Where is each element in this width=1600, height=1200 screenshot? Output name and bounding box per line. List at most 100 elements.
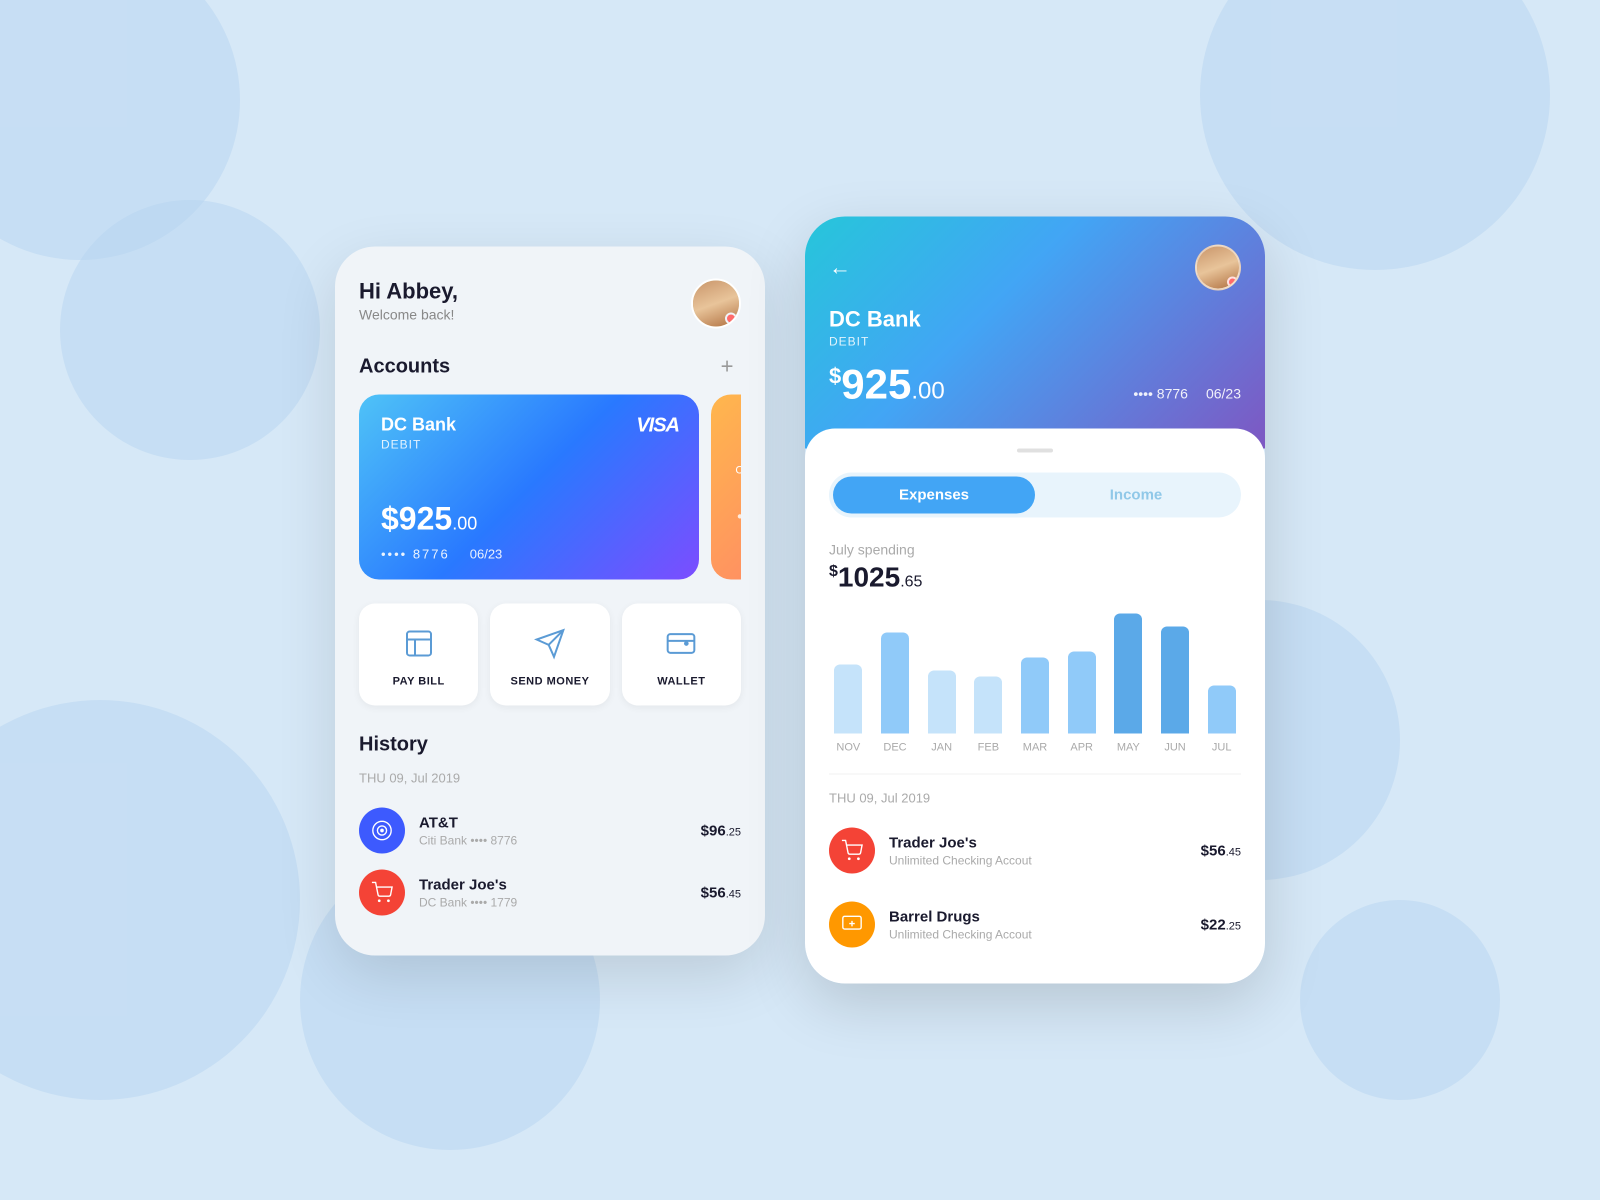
right-traderjoes-icon — [829, 828, 875, 874]
card-balance-main: $925.00 — [381, 501, 477, 537]
avatar-status-dot — [725, 313, 737, 325]
att-name: AT&T — [419, 814, 687, 831]
bank-card-dc-bank[interactable]: DC Bank DEBIT VISA $925.00 •••• 8776 06/… — [359, 395, 699, 580]
wallet-label: WALLET — [657, 676, 705, 688]
transaction-item: Trader Joe's DC Bank •••• 1779 $56.45 — [359, 862, 741, 924]
send-money-label: SEND MONEY — [511, 676, 590, 688]
barrel-drugs-sub: Unlimited Checking Accout — [889, 927, 1187, 941]
expense-tabs: Expenses Income — [829, 473, 1241, 518]
bar-group — [1109, 614, 1148, 734]
bar-group — [969, 614, 1008, 734]
pay-bill-button[interactable]: PAY BILL — [359, 604, 478, 706]
avatar — [691, 279, 741, 329]
chart-labels-row: NOV DEC JAN FEB MAR APR MAY JUN JUL — [829, 742, 1241, 754]
right-transaction-item: Trader Joe's Unlimited Checking Accout $… — [829, 820, 1241, 882]
greeting-subtitle: Welcome back! — [359, 307, 458, 323]
chart-label: July spending — [829, 542, 1241, 558]
left-screen: Hi Abbey, Welcome back! Accounts + DC Ba… — [335, 247, 765, 956]
bg-decoration — [1300, 900, 1500, 1100]
right-balance-row: $925.00 •••• 8776 06/23 — [829, 361, 1241, 409]
chart-amount: $1025.65 — [829, 562, 1241, 594]
divider — [829, 774, 1241, 775]
barrel-drugs-name: Barrel Drugs — [889, 908, 1187, 925]
chart-month-label: NOV — [829, 742, 868, 754]
right-date: THU 09, Jul 2019 — [829, 791, 1241, 806]
bar — [1021, 658, 1049, 734]
card-balance-cents: .00 — [452, 514, 477, 534]
sheet-handle — [1017, 449, 1053, 453]
back-button[interactable]: ← — [829, 255, 851, 281]
att-icon — [359, 808, 405, 854]
chart-month-label: JAN — [922, 742, 961, 754]
bank-card-citi[interactable]: Ci CRE $ ••• — [711, 395, 741, 580]
right-card-dots: •••• 8776 — [1133, 386, 1188, 402]
right-card-type: DEBIT — [829, 335, 1241, 349]
cards-carousel: DC Bank DEBIT VISA $925.00 •••• 8776 06/… — [359, 395, 741, 580]
wallet-button[interactable]: WALLET — [622, 604, 741, 706]
pay-bill-label: PAY BILL — [393, 676, 445, 688]
att-amount: $96.25 — [701, 822, 741, 839]
pay-bill-icon — [397, 622, 441, 666]
right-screen-header: ← DC Bank DEBIT $925.00 •••• 8776 06/23 — [805, 217, 1265, 449]
bg-decoration — [60, 200, 320, 460]
chart-month-label: DEC — [876, 742, 915, 754]
right-transaction-item-2: Barrel Drugs Unlimited Checking Accout $… — [829, 894, 1241, 956]
chart-month-label: APR — [1062, 742, 1101, 754]
accounts-title: Accounts — [359, 355, 450, 378]
right-avatar — [1195, 245, 1241, 291]
right-traderjoes-name: Trader Joe's — [889, 834, 1187, 851]
card-bank-name: DC Bank — [381, 415, 677, 436]
card-balance: $925.00 — [381, 501, 477, 538]
traderjoes-info: Trader Joe's DC Bank •••• 1779 — [419, 876, 687, 909]
card-footer: •••• 8776 06/23 — [381, 547, 502, 562]
att-sub: Citi Bank •••• 8776 — [419, 833, 687, 847]
right-header-top: ← — [829, 245, 1241, 291]
att-info: AT&T Citi Bank •••• 8776 — [419, 814, 687, 847]
bar — [1208, 686, 1236, 734]
greeting-title: Hi Abbey, — [359, 279, 458, 305]
card-dots: •••• 8776 — [381, 547, 450, 562]
bg-decoration — [0, 700, 300, 1100]
bar — [928, 670, 956, 733]
bar-chart — [829, 614, 1241, 734]
screen-header: Hi Abbey, Welcome back! — [359, 279, 741, 329]
right-traderjoes-info: Trader Joe's Unlimited Checking Accout — [889, 834, 1187, 867]
transaction-item: AT&T Citi Bank •••• 8776 $96.25 — [359, 800, 741, 862]
expenses-tab[interactable]: Expenses — [833, 477, 1035, 514]
right-card-meta: •••• 8776 06/23 — [1133, 386, 1241, 402]
right-traderjoes-amount: $56.45 — [1201, 842, 1241, 859]
bar-group — [1156, 614, 1195, 734]
bar — [1068, 651, 1096, 733]
right-traderjoes-sub: Unlimited Checking Accout — [889, 853, 1187, 867]
chart-month-label: JUL — [1202, 742, 1241, 754]
barrel-drugs-icon — [829, 902, 875, 948]
bar — [881, 632, 909, 733]
bar-group — [922, 614, 961, 734]
greeting: Hi Abbey, Welcome back! — [359, 279, 458, 323]
send-money-button[interactable]: SEND MONEY — [490, 604, 609, 706]
barrel-drugs-amount: $22.25 — [1201, 916, 1241, 933]
history-section: History THU 09, Jul 2019 AT&T Citi Bank … — [359, 734, 741, 924]
bar-group — [876, 614, 915, 734]
history-date: THU 09, Jul 2019 — [359, 771, 741, 786]
right-card-expiry: 06/23 — [1206, 386, 1241, 402]
screens-container: Hi Abbey, Welcome back! Accounts + DC Ba… — [335, 217, 1265, 984]
bar — [834, 664, 862, 733]
bar — [1161, 626, 1189, 733]
chart-month-label: JUN — [1156, 742, 1195, 754]
chart-month-label: FEB — [969, 742, 1008, 754]
chart-month-label: MAR — [1016, 742, 1055, 754]
accounts-section-header: Accounts + — [359, 353, 741, 381]
card-expiry: 06/23 — [470, 547, 503, 562]
add-account-button[interactable]: + — [713, 353, 741, 381]
wallet-icon — [659, 622, 703, 666]
right-screen-body: Expenses Income July spending $1025.65 N… — [805, 429, 1265, 984]
bar-group — [1202, 614, 1241, 734]
income-tab[interactable]: Income — [1035, 477, 1237, 514]
card-peek-label-cre: CRE — [735, 464, 741, 476]
chart-month-label: MAY — [1109, 742, 1148, 754]
action-buttons: PAY BILL SEND MONEY — [359, 604, 741, 706]
traderjoes-name: Trader Joe's — [419, 876, 687, 893]
history-title: History — [359, 734, 428, 757]
bar — [974, 677, 1002, 734]
